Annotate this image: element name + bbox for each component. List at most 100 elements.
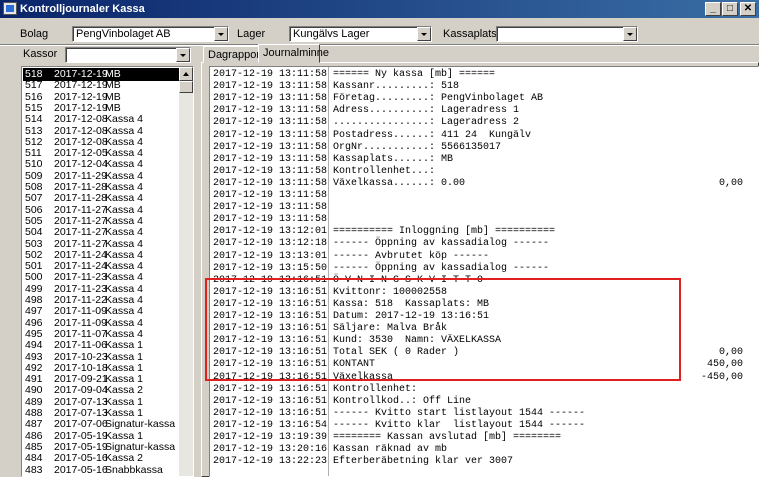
log-msg: Datum: 2017-12-19 13:16:51	[333, 311, 490, 322]
log-ts: 2017-12-19 13:11:58	[213, 117, 328, 129]
kassor-select[interactable]	[65, 47, 191, 63]
list-item-name: Kassa 1	[105, 350, 143, 363]
list-item-name: Snabbkassa	[105, 463, 163, 476]
log-ts: 2017-12-19 13:11:58	[213, 202, 328, 214]
chevron-down-icon[interactable]	[623, 27, 637, 41]
log-ts: 2017-12-19 13:11:58	[213, 190, 328, 201]
tab-dagrapport[interactable]: Dagrapport	[203, 46, 263, 63]
list-item-id: 509	[25, 169, 43, 182]
list-item-name: Kassa 4	[105, 226, 143, 239]
scroll-up-button[interactable]	[179, 67, 193, 81]
list-item-date: 2017-11-07	[54, 327, 107, 340]
log-row: 2017-12-19 13:16:54 ------ Kvitto klar li…	[213, 420, 753, 433]
list-item-id: 514	[25, 113, 43, 126]
splitter[interactable]	[197, 62, 200, 477]
log-ts: 2017-12-19 13:20:16	[213, 444, 328, 456]
list-item-date: 2017-12-19	[54, 101, 108, 114]
list-item-date: 2017-11-24	[54, 248, 107, 261]
log-ts: 2017-12-19 13:11:58	[213, 214, 328, 226]
close-button[interactable]: ✕	[740, 2, 756, 16]
log-ts: 2017-12-19 13:16:51	[213, 395, 328, 407]
list-item-id: 505	[25, 214, 43, 227]
list-item-date: 2017-11-09	[54, 316, 107, 329]
log-ts: 2017-12-19 13:11:58	[213, 105, 328, 117]
log-row: 2017-12-19 13:19:39 ======== Kassan avslu…	[213, 432, 753, 445]
log-ts: 2017-12-19 13:11:58	[213, 93, 328, 105]
log-msg: Total SEK ( 0 Rader )	[333, 347, 460, 359]
log-msg: Kassanr.........: 518	[333, 81, 460, 93]
log-amt: 0,00	[718, 177, 743, 189]
list-item-name: Kassa 1	[105, 407, 143, 419]
list-item-date: 2017-10-23	[54, 350, 108, 363]
bolag-select[interactable]: PengVinbolaget AB	[72, 26, 229, 42]
log-ts: 2017-12-19 13:16:51	[213, 347, 328, 359]
log-msg: OrgNr...........: 5566135017	[333, 141, 502, 153]
list-item-date: 2017-05-16	[54, 452, 108, 465]
tab-journalminne[interactable]: Journalminne	[258, 44, 329, 63]
log-row: 2017-12-19 13:13:01 ------ Avbrutet köp -…	[213, 251, 753, 264]
log-row: 2017-12-19 13:16:51 Ö V N I N G S K V I T…	[213, 275, 753, 288]
journal-list[interactable]: 518 2017-12-19 MB 517 2017-12-19 MB 516 2017-12…	[21, 66, 194, 477]
list-item-id: 489	[25, 395, 43, 408]
maximize-button[interactable]: □	[722, 2, 738, 16]
list-item-id: 495	[25, 327, 43, 340]
log-amt: 450,00	[706, 359, 743, 371]
list-item-date: 2017-05-19	[54, 440, 108, 453]
window-title: Kontrolljournaler Kassa	[20, 3, 145, 15]
log-ts: 2017-12-19 13:16:51	[213, 274, 328, 286]
list-item-date: 2017-11-27	[54, 237, 107, 250]
list-item-id: 490	[25, 384, 43, 397]
lager-select[interactable]: Kungälvs Lager	[289, 26, 432, 42]
list-item-name: Kassa 1	[105, 373, 143, 386]
list-item-date: 2017-12-19	[54, 90, 108, 103]
list-item-name: Kassa 4	[105, 248, 143, 261]
log-ts: 2017-12-19 13:16:51	[213, 323, 328, 335]
list-item-date: 2017-11-27	[54, 203, 107, 216]
log-ts: 2017-12-19 13:11:58	[213, 153, 328, 165]
log-ts: 2017-12-19 13:16:51	[213, 407, 328, 419]
list-item-id: 494	[25, 339, 43, 352]
log-msg: Kontrollkod..: Off Line	[333, 395, 472, 407]
list-item-date: 2017-09-21	[54, 373, 108, 386]
list-item-date: 2017-05-16	[54, 463, 108, 476]
list-scrollbar[interactable]	[179, 67, 193, 476]
log-row: 2017-12-19 13:11:58	[213, 190, 753, 203]
list-item-id: 508	[25, 181, 43, 193]
list-item-id: 503	[25, 237, 43, 250]
log-msg: Kontrollenhet:	[333, 383, 418, 395]
log-row: 2017-12-19 13:11:58 ====== Ny kassa [mb] …	[213, 69, 753, 82]
list-item-name: MB	[105, 101, 121, 114]
list-item-name: Kassa 4	[105, 271, 143, 284]
kassaplats-label: Kassaplats	[443, 28, 497, 40]
list-item-name: Kassa 4	[105, 316, 143, 329]
list-item-name: Kassa 4	[105, 237, 143, 250]
log-msg: ................: Lageradress 2	[333, 117, 520, 129]
log-msg: Kassa: 518 Kassaplats: MB	[333, 298, 490, 310]
list-item-id: 492	[25, 361, 43, 374]
log-row: 2017-12-19 13:16:51 KONTANT 450,00	[213, 359, 753, 372]
log-msg: Adress..........: Lageradress 1	[333, 105, 520, 117]
chevron-down-icon[interactable]	[214, 27, 228, 41]
list-item-date: 2017-11-22	[54, 294, 107, 306]
log-msg: ------ Öppning av kassadialog ------	[333, 262, 550, 274]
list-item-name: Kassa 4	[105, 203, 143, 216]
minimize-button[interactable]: _	[705, 2, 721, 16]
lager-label: Lager	[237, 28, 266, 40]
chevron-down-icon[interactable]	[417, 27, 431, 41]
list-item-date: 2017-05-19	[54, 429, 108, 442]
list-item-id: 504	[25, 226, 43, 239]
kassaplats-select[interactable]	[496, 26, 638, 42]
list-item-date: 2017-12-04	[54, 158, 108, 171]
chevron-down-icon[interactable]	[176, 48, 190, 62]
log-ts: 2017-12-19 13:19:39	[213, 432, 328, 443]
log-ts: 2017-12-19 13:11:58	[213, 141, 328, 153]
list-item-date: 2017-11-27	[54, 214, 107, 227]
list-item-name: MB	[105, 90, 121, 103]
list-item-date: 2017-12-19	[54, 79, 108, 92]
log-row: 2017-12-19 13:16:51 Växelkassa -450,00	[213, 372, 753, 385]
list-item-name: Kassa 4	[105, 158, 143, 171]
journal-log[interactable]: 2017-12-19 13:11:58 ====== Ny kassa [mb] …	[209, 66, 759, 477]
log-msg: Kvittonr: 100002558	[333, 286, 448, 298]
scroll-thumb[interactable]	[179, 81, 193, 93]
list-item-id: 507	[25, 192, 43, 205]
